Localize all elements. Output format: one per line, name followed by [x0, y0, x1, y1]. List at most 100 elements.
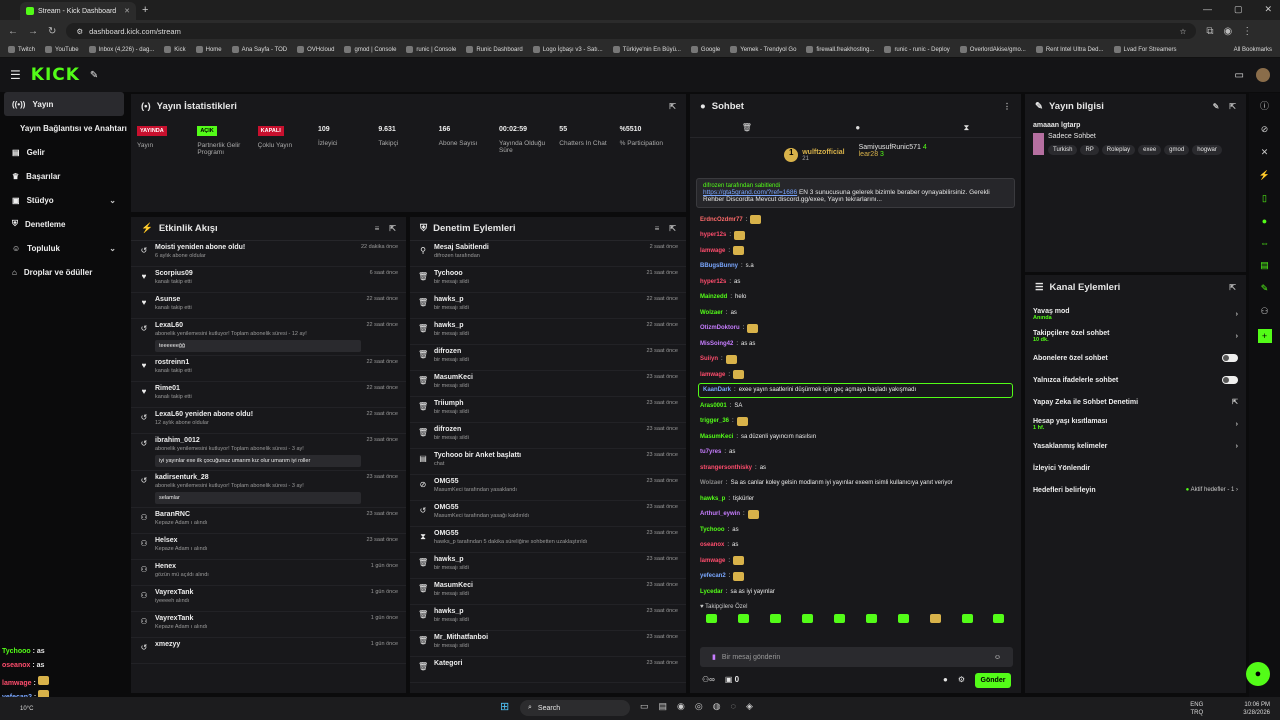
chat-message[interactable]: MasumKeci: sa düzenli yayıncım nasılsın — [690, 429, 1021, 445]
menu-icon[interactable]: ⋮ — [1242, 26, 1252, 37]
bookmark-item[interactable]: Twitch — [8, 46, 35, 53]
chat-message[interactable]: hawks_p: tişkürler — [690, 491, 1021, 507]
wrench-icon[interactable]: ✎ — [90, 70, 98, 81]
pinned-message[interactable]: difrozen tarafından sabitlendi https://g… — [696, 178, 1015, 208]
chat-message[interactable]: yefecan2: — [690, 569, 1021, 585]
filter-icon[interactable]: ≡ — [375, 224, 380, 233]
chat-username[interactable]: KaanDark — [703, 387, 731, 393]
reload-icon[interactable]: ↻ — [48, 26, 56, 37]
gear-icon[interactable]: ⚙ — [958, 675, 965, 684]
list-item[interactable]: ♥ Asunse kanalı takip etti 22 saat önce — [131, 293, 406, 319]
list-item[interactable]: 🗑 Triiumph bir mesajı sildi 23 saat önce — [410, 397, 686, 423]
list-item[interactable]: 🗑 hawks_p bir mesajı sildi 23 saat önce — [410, 605, 686, 631]
list-item[interactable]: ⚇ Henex gözün mü açıldı alındı 1 gün önce — [131, 560, 406, 586]
list-item[interactable]: 🗑 hawks_p bir mesajı sildi 22 saat önce — [410, 319, 686, 345]
url-field[interactable]: ⚙ dashboard.kick.com/stream ☆ — [66, 23, 1197, 39]
chat-username[interactable]: hyper12s — [700, 279, 726, 285]
chat-input[interactable]: ▮ Bir mesaj gönderin ☺ — [700, 647, 1013, 667]
steam-icon[interactable]: ◌ — [731, 701, 736, 712]
viewers-icon[interactable]: ⚇∞ — [702, 675, 715, 684]
add-widget-icon[interactable]: + — [1257, 329, 1272, 343]
chat-message[interactable]: lamwage: — [690, 367, 1021, 383]
emote-icon[interactable] — [929, 614, 941, 623]
tag-chip[interactable]: Roleplay — [1101, 145, 1136, 155]
weather-widget[interactable]: 10°C — [20, 706, 33, 712]
document-icon[interactable]: ▯ — [1262, 193, 1267, 204]
emoji-icon[interactable]: ☺ — [994, 654, 1001, 661]
language-indicator[interactable]: ENG TRQ — [1190, 701, 1203, 717]
bookmark-item[interactable]: Logo İçbaşı v3 - Satı... — [532, 46, 603, 53]
people-icon[interactable]: ⚇ — [1260, 306, 1268, 317]
chat-message[interactable]: Mainzedd: helo — [690, 290, 1021, 306]
chat-message[interactable]: trigger_36: — [690, 414, 1021, 430]
file-explorer-icon[interactable]: ▤ — [659, 701, 668, 712]
emote-icon[interactable] — [770, 614, 782, 623]
popout-icon[interactable]: ⇱ — [389, 224, 396, 233]
list-item[interactable]: 🗑 MasumKeci bir mesajı sildi 23 saat önce — [410, 371, 686, 397]
send-button[interactable]: Gönder — [975, 673, 1011, 688]
chat-username[interactable]: hawks_p — [700, 496, 725, 502]
list-item[interactable]: 🗑 Kategori 23 saat önce — [410, 657, 686, 683]
chat-username[interactable]: oseanox — [700, 542, 724, 548]
bookmark-item[interactable]: runic | Console — [406, 46, 456, 53]
mic-icon[interactable]: ▮ — [712, 653, 716, 661]
chat-message[interactable]: strangersonthisky: as — [690, 460, 1021, 476]
list-item[interactable]: ♥ Rime01 kanalı takip etti 22 saat önce — [131, 382, 406, 408]
bookmark-item[interactable]: Yemek - Trendyol Go — [730, 46, 796, 53]
list-item[interactable]: ↺ Moisti yeniden abone oldu! 6 aylık abone… — [131, 241, 406, 267]
chrome-icon[interactable]: ◉ — [677, 701, 685, 712]
clock[interactable]: 10:06 PM 3/28/2026 — [1243, 701, 1270, 717]
chat-username[interactable]: Lycedar — [700, 589, 723, 595]
chat-message[interactable]: lamwage: — [690, 243, 1021, 259]
chat-icon[interactable]: ● — [1262, 216, 1267, 226]
chat-username[interactable]: strangersonthisky — [700, 465, 752, 471]
bookmark-item[interactable]: YouTube — [45, 46, 79, 53]
channel-action-item[interactable]: Yavaş mod Anında › — [1025, 303, 1246, 325]
site-info-icon[interactable]: ⚙ — [76, 27, 83, 36]
list-item[interactable]: ⚲ Mesaj Sabitlendi difrozen tarafından 2 sa… — [410, 241, 686, 267]
chat-message[interactable]: OtizmDoktoru: — [690, 321, 1021, 337]
profile-icon[interactable]: ◉ — [1224, 26, 1233, 37]
tag-chip[interactable]: gmod — [1164, 145, 1190, 155]
close-window-icon[interactable]: ✕ — [1264, 4, 1272, 15]
bolt-icon[interactable]: ⚡ — [1259, 170, 1270, 181]
list-item[interactable]: ♥ rostreinn1 kanalı takip etti 22 saat önce — [131, 356, 406, 382]
wrench-icon[interactable]: ✎ — [1261, 283, 1269, 294]
list-item[interactable]: ↺ LexaL60 abonelik yenilemesini kutluyor! … — [131, 319, 406, 356]
slash-icon[interactable]: ⊘ — [1261, 124, 1269, 135]
channel-action-item[interactable]: Yalnızca ifadelerle sohbet — [1025, 369, 1246, 391]
chat-username[interactable]: trigger_36 — [700, 418, 729, 424]
sidebar-item-denetleme[interactable]: ⛨ Denetleme — [0, 212, 128, 236]
list-item[interactable]: 🗑 difrozen bir mesajı sildi 23 saat önce — [410, 423, 686, 449]
list-icon[interactable]: ▤ — [1260, 260, 1269, 271]
chat-message[interactable]: lamwage: — [690, 553, 1021, 569]
maximize-icon[interactable]: ▢ — [1234, 4, 1243, 15]
list-item[interactable]: 🗑 difrozen bir mesajı sildi 23 saat önce — [410, 345, 686, 371]
chat-message[interactable]: KaanDark: exee yayın saatlerini düşürmek … — [698, 382, 1013, 398]
chat-message[interactable]: tu7yres: as — [690, 445, 1021, 461]
minimize-icon[interactable]: — — [1203, 4, 1212, 15]
support-chat-icon[interactable]: ● — [1246, 662, 1270, 686]
chat-message[interactable]: Suiiyn: — [690, 352, 1021, 368]
bookmark-item[interactable]: Google — [690, 46, 720, 53]
dashboard-switch-icon[interactable]: ▭ — [1235, 70, 1244, 81]
bookmark-star-icon[interactable]: ☆ — [1180, 27, 1187, 36]
bookmark-item[interactable]: Kick — [164, 46, 186, 53]
filter-icon[interactable]: ≡ — [655, 224, 660, 233]
link-icon[interactable]: ⇔ — [1260, 238, 1269, 248]
hourglass-icon[interactable]: ⧗ — [964, 123, 970, 133]
list-item[interactable]: ⧗ OMG55 hawks_p tarafından 5 dakika süreli… — [410, 527, 686, 553]
channel-action-item[interactable]: Takipçilere özel sohbet 10 dk. › — [1025, 325, 1246, 347]
popout-icon[interactable]: ⇱ — [669, 224, 676, 233]
channel-action-item[interactable]: Hedefleri belirleyin ● Aktif hedefler - 1… — [1025, 479, 1246, 501]
edit-icon[interactable]: ✎ — [1213, 102, 1220, 111]
list-item[interactable]: ⊘ OMG55 MasumKeci tarafından yasaklandı 23 … — [410, 475, 686, 501]
channel-action-item[interactable]: Abonelere özel sohbet — [1025, 347, 1246, 369]
tag-chip[interactable]: exee — [1138, 145, 1162, 155]
sidebar-item-droplar[interactable]: ⌂ Droplar ve ödüller — [0, 260, 128, 284]
list-item[interactable]: ↺ OMG55 MasumKeci tarafından yasağı kaldır… — [410, 501, 686, 527]
list-item[interactable]: ⚇ VayrexTank Kepaze Adam ı alındı 1 gün önc… — [131, 612, 406, 638]
pinned-link[interactable]: https://gta5grand.com/?ref=1686 — [703, 189, 797, 196]
bookmark-item[interactable]: runic - runic - Deploy — [884, 46, 950, 53]
chat-username[interactable]: MasumKeci — [700, 434, 733, 440]
